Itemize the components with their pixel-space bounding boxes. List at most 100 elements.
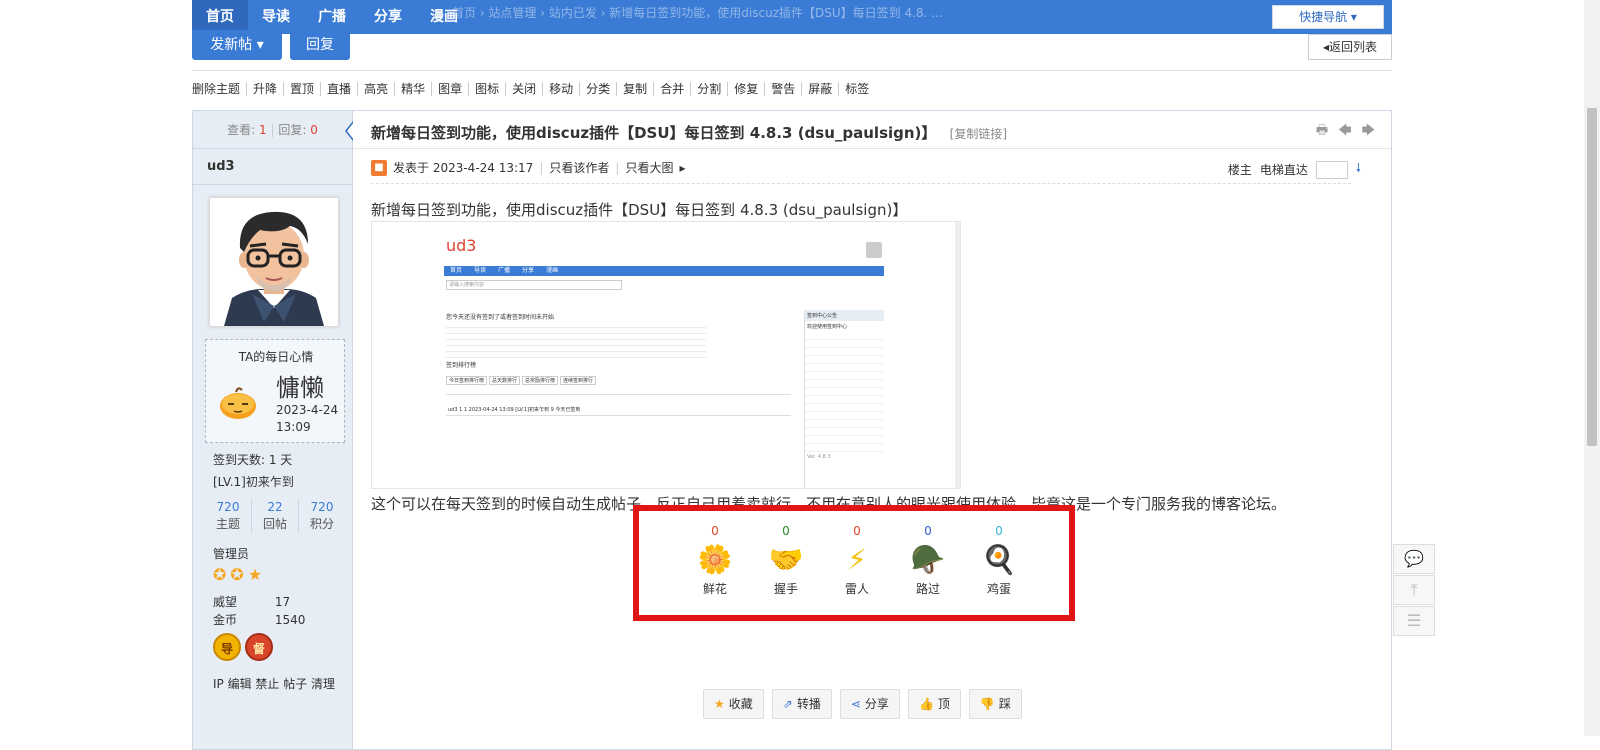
author-sidebar: 查看: 1 | 回复: 0 ud3 TA的每日心情 慵懒 2023-4-24 1…	[193, 111, 353, 749]
scrollbar-thumb[interactable]	[1587, 108, 1597, 446]
threads-count[interactable]: 720 主题	[205, 499, 252, 533]
jump-down-icon[interactable]: 🠗	[1356, 159, 1361, 180]
post-time: 发表于 2023-4-24 13:17	[393, 161, 534, 175]
mood-title: TA的每日心情	[238, 350, 314, 364]
shot-nav: 首页 导读 广播 分享 漫画	[444, 266, 884, 276]
post-screenshot[interactable]: ud3 首页 导读 广播 分享 漫画 请输入搜索内容 您今天还没有签到了或者签到…	[371, 221, 961, 489]
reaction-flower[interactable]: 0 🌼 鲜花	[685, 523, 745, 597]
mod-delete[interactable]: 删除主题	[192, 82, 248, 96]
nav-share[interactable]: 分享	[360, 0, 416, 34]
shot-search: 请输入搜索内容	[446, 280, 622, 290]
daily-mood: TA的每日心情 慵懒 2023-4-24 13:09	[205, 339, 345, 443]
next-thread-icon[interactable]: 🡆	[1362, 121, 1375, 143]
post-heading: 新增每日签到功能，使用discuz插件【DSU】每日签到 4.8.3 (dsu_…	[371, 201, 908, 219]
points-count[interactable]: 720 积分	[299, 499, 345, 533]
lazy-face-icon	[218, 384, 258, 420]
online-status-icon: ■	[371, 159, 387, 176]
shot-avatar	[866, 242, 882, 258]
handshake-icon: 🤝	[768, 543, 804, 576]
back-to-top-icon[interactable]: ⤒	[1393, 575, 1435, 605]
lightning-icon: ⚡	[847, 543, 867, 576]
admin-actions[interactable]: IP 编辑 禁止 帖子 清理	[213, 675, 335, 692]
reaction-passby[interactable]: 0 🪖 路过	[898, 523, 958, 597]
share-icon: ⋖	[850, 697, 861, 711]
flower-icon: 🌼	[697, 543, 733, 576]
back-to-list-button[interactable]: ◂返回列表	[1308, 34, 1392, 60]
medals: 导 督	[213, 633, 273, 661]
replies-count-stat[interactable]: 22 回帖	[252, 499, 299, 533]
big-image-link[interactable]: 只看大图	[625, 159, 673, 176]
comment-icon[interactable]: 💬	[1393, 544, 1435, 574]
reply-button[interactable]: 回复	[290, 30, 350, 60]
floor-jump-input[interactable]	[1315, 160, 1348, 179]
mod-split[interactable]: 分割	[691, 82, 729, 96]
elevator-label: 电梯直达	[1259, 163, 1308, 177]
shot-nav-item: 首页	[450, 267, 463, 274]
avatar[interactable]	[209, 197, 339, 327]
mod-highlight[interactable]: 高亮	[358, 82, 396, 96]
mod-repair[interactable]: 修复	[728, 82, 766, 96]
reaction-label: 鲜花	[702, 582, 727, 596]
share-button[interactable]: ⋖ 分享	[839, 689, 900, 719]
print-icon[interactable]: 🖶	[1316, 121, 1328, 143]
author-name[interactable]: ud3	[193, 149, 352, 185]
new-post-button[interactable]: 发新帖 ▾	[192, 30, 282, 60]
shot-table-row: ud3 1 1 2023-04-24 13:09 [LV.1]初来乍到 9 今天…	[448, 407, 581, 413]
title-arrow-inner	[347, 122, 354, 140]
mod-stick[interactable]: 置顶	[284, 82, 322, 96]
upvote-label: 顶	[937, 697, 950, 711]
separator: |	[615, 160, 620, 175]
mod-live[interactable]: 直播	[321, 82, 359, 96]
shot-version: Ver. 4.8.3	[807, 454, 831, 460]
reaction-label: 握手	[773, 582, 798, 596]
repost-button[interactable]: ⇗ 转播	[771, 689, 832, 719]
reaction-egg[interactable]: 0 🍳 鸡蛋	[969, 523, 1029, 597]
nav-guide[interactable]: 导读	[248, 0, 304, 34]
egg-icon: 🍳	[981, 543, 1017, 576]
replies-stat-label: 回帖	[262, 517, 287, 531]
mod-icon[interactable]: 图标	[469, 82, 507, 96]
mod-classify[interactable]: 分类	[580, 82, 618, 96]
mod-copy[interactable]: 复制	[617, 82, 655, 96]
mod-move[interactable]: 移动	[543, 82, 581, 96]
reaction-handshake[interactable]: 0 🤝 握手	[756, 523, 816, 597]
divider	[192, 70, 1392, 71]
thread-stats: 查看: 1 | 回复: 0	[193, 111, 352, 149]
mod-ban[interactable]: 屏蔽	[802, 82, 840, 96]
page-scrollbar[interactable]	[1584, 0, 1600, 736]
quick-nav-button[interactable]: 快捷导航 ▾	[1272, 5, 1384, 29]
copy-link-button[interactable]: [复制链接]	[950, 127, 1007, 141]
user-role[interactable]: 管理员	[213, 545, 249, 562]
user-counts: 720 主题 22 回帖 720 积分	[205, 499, 345, 533]
favorite-button[interactable]: ★ 收藏	[703, 689, 764, 719]
mod-merge[interactable]: 合并	[654, 82, 692, 96]
guide-medal-icon[interactable]: 导	[213, 633, 241, 661]
reactions-panel: 0 🌼 鲜花 0 🤝 握手 0 ⚡ 雷人 0 🪖 路过 0 🍳 鸡蛋	[633, 505, 1075, 621]
shot-side-lines	[805, 332, 884, 452]
mod-warn[interactable]: 警告	[765, 82, 803, 96]
thumbs-down-icon: 👎	[979, 697, 995, 711]
post-meta-left: ■ 发表于 2023-4-24 13:17 | 只看该作者 | 只看大图 ▸	[371, 159, 685, 176]
upvote-button[interactable]: 👍 顶	[907, 689, 961, 719]
prev-thread-icon[interactable]: 🡄	[1338, 121, 1351, 143]
mod-stamp[interactable]: 图章	[432, 82, 470, 96]
reaction-count: 0	[924, 524, 932, 538]
gold-row: 金币 1540	[213, 611, 305, 628]
shot-tab: 总天数排行	[489, 376, 521, 385]
nav-broadcast[interactable]: 广播	[304, 0, 360, 34]
mod-close[interactable]: 关闭	[506, 82, 544, 96]
nav-home[interactable]: 首页	[192, 0, 248, 34]
reaction-label: 雷人	[844, 582, 869, 596]
shot-nav-item: 广播	[498, 267, 511, 274]
author-only-link[interactable]: 只看该作者	[549, 159, 609, 176]
supervisor-medal-icon[interactable]: 督	[245, 633, 273, 661]
replies-label: 回复:	[278, 123, 307, 137]
list-icon[interactable]: ☰	[1393, 606, 1435, 636]
shot-scrollbar	[955, 222, 960, 488]
reaction-lightning[interactable]: 0 ⚡ 雷人	[827, 523, 887, 597]
mod-tag[interactable]: 标签	[839, 82, 875, 96]
mod-bump[interactable]: 升降	[247, 82, 285, 96]
downvote-button[interactable]: 👎 踩	[968, 689, 1022, 719]
reaction-count: 0	[782, 524, 790, 538]
mod-digest[interactable]: 精华	[395, 82, 433, 96]
